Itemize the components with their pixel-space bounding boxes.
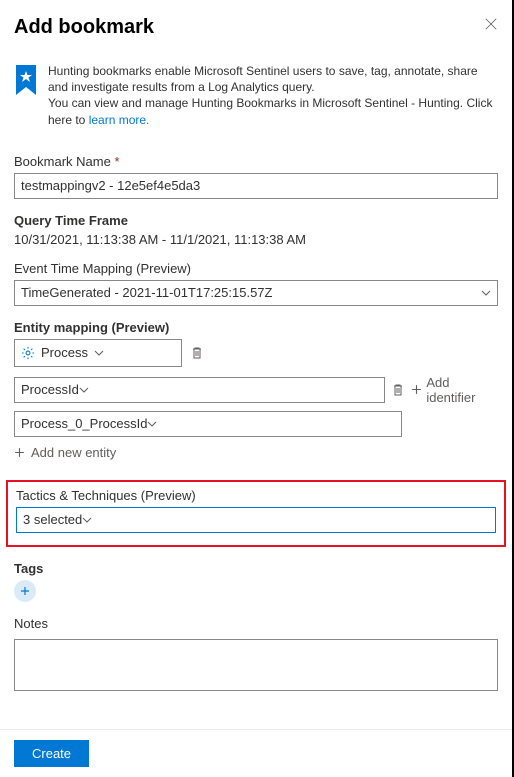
bookmark-name-label: Bookmark Name * <box>14 154 498 169</box>
add-identifier-label: Add identifier <box>426 375 498 405</box>
tactics-label: Tactics & Techniques (Preview) <box>16 488 496 503</box>
tactics-select[interactable]: 3 selected <box>16 507 496 533</box>
entity-type-value: Process <box>41 345 88 360</box>
add-new-entity-button[interactable]: Add new entity <box>14 445 498 460</box>
page-title: Add bookmark <box>14 16 154 39</box>
plus-icon <box>14 447 25 458</box>
event-time-value: TimeGenerated - 2021-11-01T17:25:15.57Z <box>21 285 272 300</box>
identifier-value-select[interactable]: Process_0_ProcessId <box>14 411 402 437</box>
tactics-value: 3 selected <box>23 512 82 527</box>
query-time-label: Query Time Frame <box>14 213 498 228</box>
delete-entity-button[interactable] <box>190 346 204 360</box>
add-identifier-button[interactable]: Add identifier <box>411 375 498 405</box>
chevron-down-icon <box>147 419 157 429</box>
create-button[interactable]: Create <box>14 740 89 767</box>
chevron-down-icon <box>82 515 92 525</box>
close-icon[interactable] <box>484 16 498 34</box>
identifier-value-value: Process_0_ProcessId <box>21 416 147 431</box>
bookmark-name-input[interactable] <box>14 173 498 199</box>
event-time-label: Event Time Mapping (Preview) <box>14 261 498 276</box>
info-text: Hunting bookmarks enable Microsoft Senti… <box>48 63 498 128</box>
chevron-down-icon <box>481 288 491 298</box>
notes-textarea[interactable] <box>14 639 498 691</box>
chevron-down-icon <box>94 348 104 358</box>
tags-label: Tags <box>14 561 498 576</box>
delete-identifier-button[interactable] <box>391 383 405 397</box>
event-time-select[interactable]: TimeGenerated - 2021-11-01T17:25:15.57Z <box>14 280 498 306</box>
add-tag-button[interactable] <box>14 580 36 602</box>
notes-label: Notes <box>14 616 498 631</box>
tactics-highlight: Tactics & Techniques (Preview) 3 selecte… <box>6 480 506 547</box>
bookmark-icon <box>14 65 38 95</box>
entity-mapping-label: Entity mapping (Preview) <box>14 320 498 335</box>
add-entity-label: Add new entity <box>31 445 116 460</box>
identifier-key-select[interactable]: ProcessId <box>14 377 385 403</box>
query-time-value: 10/31/2021, 11:13:38 AM - 11/1/2021, 11:… <box>14 232 498 247</box>
identifier-key-value: ProcessId <box>21 382 79 397</box>
learn-more-link[interactable]: learn more. <box>89 113 150 127</box>
info-line1: Hunting bookmarks enable Microsoft Senti… <box>48 64 478 94</box>
chevron-down-icon <box>79 385 89 395</box>
entity-type-select[interactable]: Process <box>14 339 182 367</box>
plus-icon <box>411 384 422 395</box>
gear-icon <box>21 346 35 360</box>
